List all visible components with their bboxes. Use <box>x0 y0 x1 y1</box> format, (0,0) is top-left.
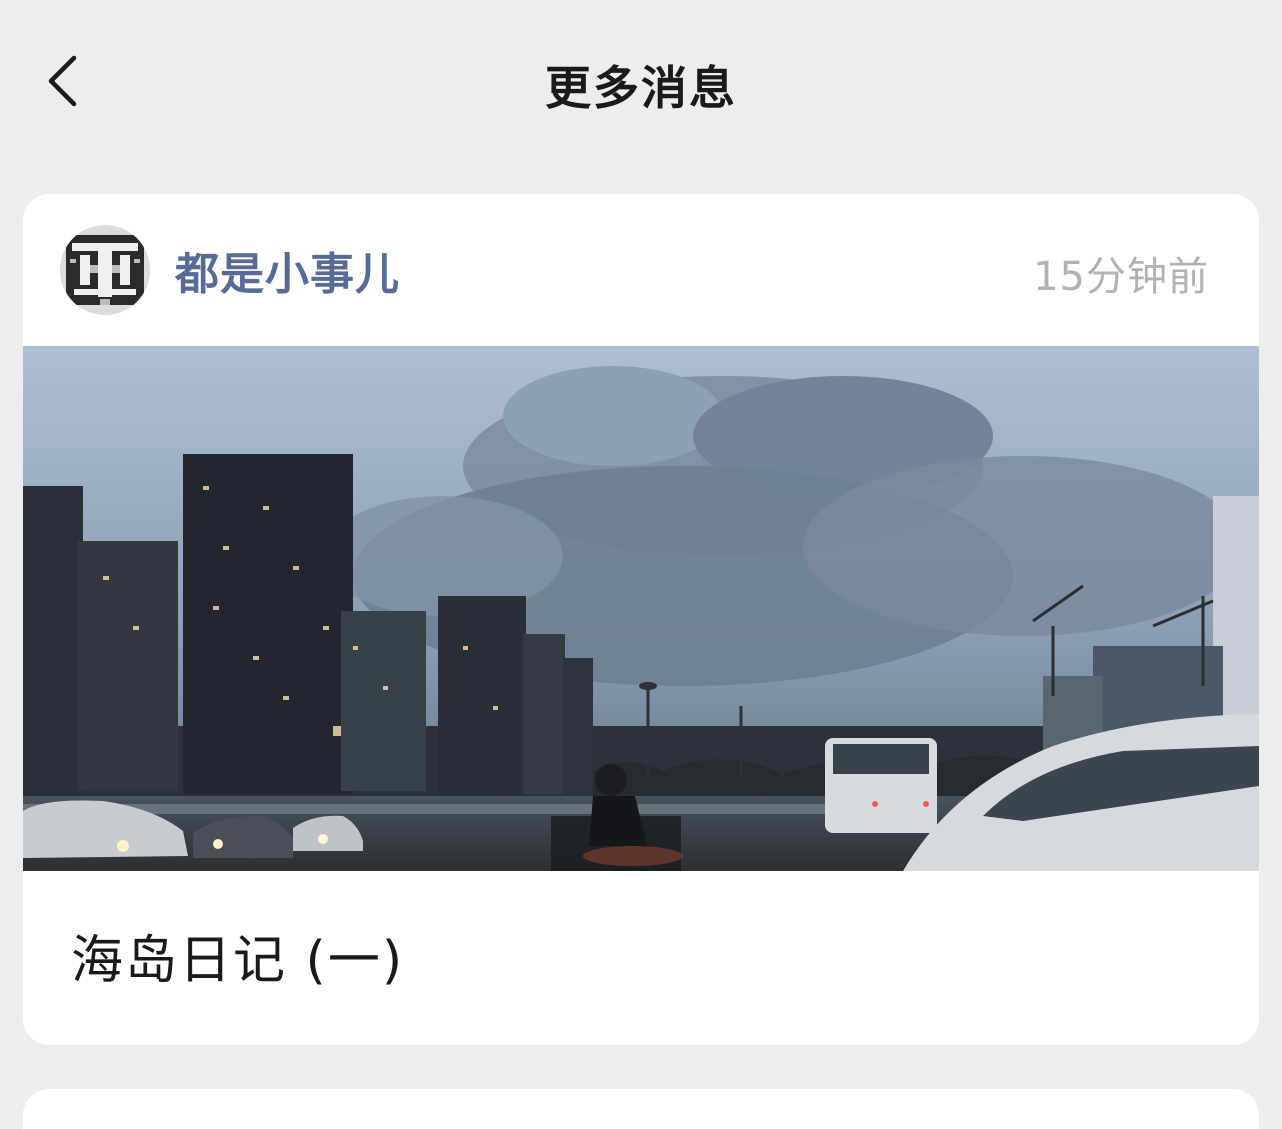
article-title[interactable]: 海岛日记 (一) <box>71 918 404 993</box>
message-card[interactable]: 都是小事儿 15分钟前 海岛日记 (一) <box>23 194 1259 1045</box>
avatar[interactable] <box>60 225 150 315</box>
timestamp: 15分钟前 <box>1033 254 1209 300</box>
author-name[interactable]: 都是小事儿 <box>175 238 400 302</box>
navigation-bar: 更多消息 <box>0 0 1282 165</box>
article-cover-image[interactable] <box>23 346 1259 871</box>
message-header: 都是小事儿 15分钟前 <box>23 194 1259 346</box>
next-message-card[interactable] <box>23 1089 1259 1129</box>
page-title: 更多消息 <box>545 61 737 115</box>
